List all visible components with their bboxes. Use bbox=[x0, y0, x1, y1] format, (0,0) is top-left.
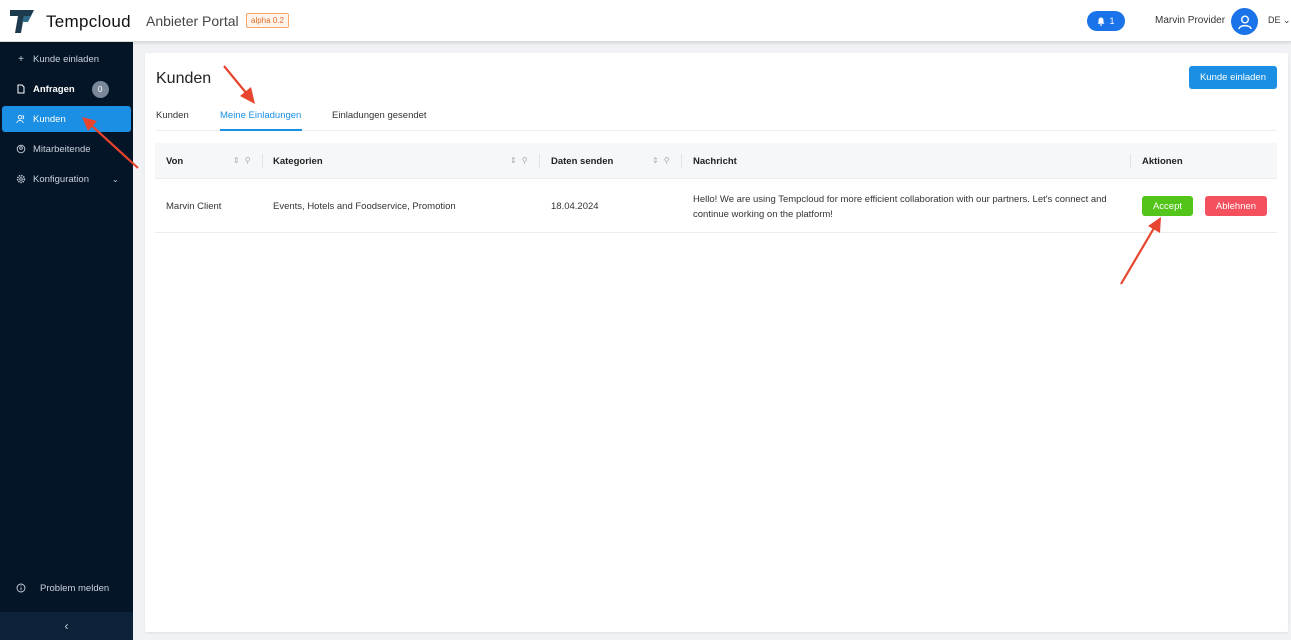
sort-icon[interactable]: ⇕ bbox=[233, 156, 240, 165]
tab-kunden[interactable]: Kunden bbox=[156, 110, 189, 121]
tab-meine-einladungen[interactable]: Meine Einladungen bbox=[220, 110, 301, 121]
plus-icon: + bbox=[18, 53, 24, 65]
user-icon bbox=[1237, 15, 1252, 29]
accept-button[interactable]: Accept bbox=[1142, 196, 1193, 216]
search-icon[interactable]: ⚲ bbox=[245, 156, 251, 165]
page-title: Kunden bbox=[156, 70, 212, 87]
column-header-daten-senden[interactable]: Daten senden bbox=[551, 143, 613, 179]
content-card: Kunden Kunde einladen Kunden Meine Einla… bbox=[145, 53, 1288, 632]
document-icon bbox=[17, 84, 25, 94]
active-tab-indicator bbox=[220, 129, 302, 131]
sort-icon[interactable]: ⇕ bbox=[652, 156, 659, 165]
column-header-kategorien[interactable]: Kategorien bbox=[273, 143, 323, 179]
cell-datum: 18.04.2024 bbox=[551, 201, 599, 212]
search-icon[interactable]: ⚲ bbox=[522, 156, 528, 165]
portal-title: Anbieter Portal bbox=[146, 13, 239, 29]
problem-melden-link[interactable]: Problem melden bbox=[0, 575, 133, 601]
ablehnen-button[interactable]: Ablehnen bbox=[1205, 196, 1267, 216]
sidebar-item-kunde-einladen[interactable]: + Kunde einladen bbox=[0, 46, 133, 72]
sidebar: + Kunde einladen Anfragen 0 Kunden Mitar… bbox=[0, 42, 133, 640]
column-divider bbox=[539, 154, 540, 168]
column-divider bbox=[681, 154, 682, 168]
notification-count: 1 bbox=[1109, 16, 1115, 26]
sidebar-item-label: Mitarbeitende bbox=[33, 143, 91, 155]
sidebar-item-konfiguration[interactable]: Konfiguration ⌄ bbox=[0, 166, 133, 192]
sidebar-item-mitarbeitende[interactable]: Mitarbeitende bbox=[0, 136, 133, 162]
notifications-button[interactable]: 1 bbox=[1087, 11, 1125, 31]
bell-icon bbox=[1097, 17, 1105, 26]
chevron-down-icon: ⌄ bbox=[1283, 15, 1291, 25]
column-header-nachricht: Nachricht bbox=[693, 155, 737, 167]
sidebar-item-label: Kunde einladen bbox=[33, 53, 100, 65]
language-label: DE bbox=[1268, 15, 1281, 25]
gear-icon bbox=[16, 174, 26, 184]
sidebar-collapse-button[interactable]: ‹ bbox=[0, 612, 133, 640]
problem-melden-label: Problem melden bbox=[40, 582, 110, 594]
avatar[interactable] bbox=[1231, 8, 1258, 35]
column-divider bbox=[262, 154, 263, 168]
sidebar-item-label: Anfragen bbox=[33, 83, 75, 95]
table-header: Von ⇕ ⚲ Kategorien ⇕ ⚲ Daten senden ⇕ ⚲ … bbox=[155, 143, 1277, 179]
count-badge: 0 bbox=[91, 80, 109, 98]
sidebar-item-anfragen[interactable]: Anfragen 0 bbox=[0, 76, 133, 102]
cell-nachricht: Hello! We are using Tempcloud for more e… bbox=[693, 194, 1107, 220]
brand-name[interactable]: Tempcloud bbox=[46, 12, 131, 32]
top-bar: Tempcloud Anbieter Portal alpha 0.2 1 Ma… bbox=[0, 0, 1291, 42]
column-header-aktionen: Aktionen bbox=[1142, 155, 1183, 167]
cell-kategorien: Events, Hotels and Foodservice, Promotio… bbox=[273, 201, 456, 212]
language-select[interactable]: DE ⌄ bbox=[1268, 15, 1291, 26]
version-badge: alpha 0.2 bbox=[246, 13, 289, 28]
tab-einladungen-gesendet[interactable]: Einladungen gesendet bbox=[332, 110, 427, 121]
users-icon bbox=[16, 114, 25, 124]
chevron-left-icon: ‹ bbox=[64, 619, 69, 633]
tab-bar: Kunden Meine Einladungen Einladungen ges… bbox=[156, 106, 1277, 131]
sidebar-item-label: Konfiguration bbox=[33, 173, 89, 185]
kunde-einladen-button[interactable]: Kunde einladen bbox=[1189, 66, 1277, 89]
user-name[interactable]: Marvin Provider bbox=[1155, 15, 1225, 26]
tempcloud-logo[interactable] bbox=[8, 7, 36, 35]
sort-icon[interactable]: ⇕ bbox=[510, 156, 517, 165]
sidebar-item-kunden[interactable]: Kunden bbox=[2, 106, 131, 132]
column-divider bbox=[1130, 154, 1131, 168]
cell-von: Marvin Client bbox=[166, 201, 222, 212]
search-icon[interactable]: ⚲ bbox=[664, 156, 670, 165]
chevron-down-icon: ⌄ bbox=[111, 174, 119, 184]
table-row: Marvin Client Events, Hotels and Foodser… bbox=[155, 180, 1277, 233]
team-icon bbox=[16, 144, 26, 154]
info-icon bbox=[16, 583, 26, 593]
column-header-von[interactable]: Von bbox=[166, 143, 183, 179]
sidebar-item-label: Kunden bbox=[33, 113, 66, 125]
